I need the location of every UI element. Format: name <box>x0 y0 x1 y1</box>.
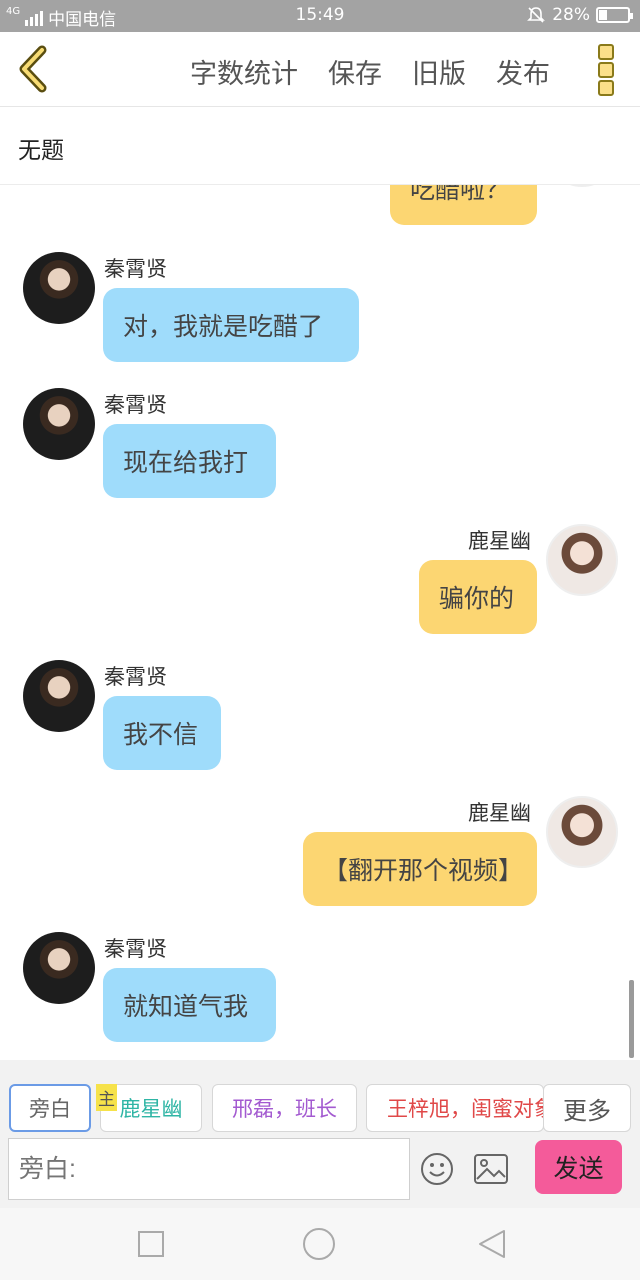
role-button-3[interactable]: 王梓旭，闺蜜对象 <box>366 1084 544 1132</box>
top-navigation: 字数统计 保存 旧版 发布 <box>0 32 640 107</box>
home-circle-icon[interactable] <box>302 1227 336 1261</box>
more-roles-button[interactable]: 更多 <box>543 1084 631 1132</box>
status-right: 28% <box>526 5 633 25</box>
sender-name: 秦霄贤 <box>104 257 167 281</box>
old-version-button[interactable]: 旧版 <box>412 52 466 91</box>
system-navigation-bar <box>0 1208 640 1280</box>
composer: 旁白 鹿星幽 主 邢磊，班长 王梓旭，闺蜜对象 更多 发送 <box>0 1060 640 1208</box>
back-arrow-icon[interactable] <box>14 44 54 94</box>
message-text: 就知道气我 <box>123 992 249 1021</box>
status-bar: 4G 中国电信 15:49 28% <box>0 0 640 32</box>
image-icon[interactable] <box>474 1154 508 1184</box>
sender-name: 鹿星幽 <box>468 801 531 825</box>
document-title-bar[interactable]: 无题 <box>0 107 640 185</box>
main-role-badge: 主 <box>96 1084 117 1111</box>
sender-name: 秦霄贤 <box>104 665 167 689</box>
message-bubble[interactable]: 我不信 <box>103 696 221 770</box>
role-label: 王梓旭，闺蜜对象 <box>387 1097 544 1121</box>
word-count-button[interactable]: 字数统计 <box>190 52 298 91</box>
role-narrator-button[interactable]: 旁白 <box>9 1084 91 1132</box>
message-bubble[interactable]: 骗你的 <box>419 560 537 634</box>
message-bubble[interactable]: 对，我就是吃醋了 <box>103 288 359 362</box>
avatar <box>546 185 618 187</box>
avatar <box>23 388 95 460</box>
role-label: 旁白 <box>29 1097 71 1121</box>
message-text: 现在给我打 <box>123 448 249 477</box>
message-text: 我不信 <box>123 720 199 749</box>
avatar <box>23 252 95 324</box>
message-text: 骗你的 <box>439 584 515 613</box>
sender-name: 鹿星幽 <box>468 529 531 553</box>
back-triangle-icon[interactable] <box>476 1228 508 1260</box>
emoji-icon[interactable] <box>420 1152 454 1186</box>
publish-button[interactable]: 发布 <box>496 52 550 91</box>
message-bubble[interactable]: 【翻开那个视频】 <box>303 832 537 906</box>
role-button-2[interactable]: 邢磊，班长 <box>212 1084 357 1132</box>
document-title: 无题 <box>18 138 64 164</box>
save-button[interactable]: 保存 <box>328 52 382 91</box>
role-label: 鹿星幽 <box>119 1097 183 1121</box>
sender-name: 秦霄贤 <box>104 937 167 961</box>
send-label: 发送 <box>553 1154 604 1183</box>
avatar <box>546 524 618 596</box>
message-text: 吃醋啦？ <box>410 185 511 204</box>
nav-actions: 字数统计 保存 旧版 发布 <box>190 52 550 91</box>
avatar <box>23 660 95 732</box>
avatar <box>23 932 95 1004</box>
battery-fill <box>599 10 607 20</box>
message-text: 【翻开那个视频】 <box>323 856 524 885</box>
carrier-name: 中国电信 <box>48 10 117 30</box>
message-bubble[interactable]: 就知道气我 <box>103 968 276 1042</box>
battery-icon <box>596 7 633 23</box>
role-label: 更多 <box>563 1096 611 1125</box>
chat-area[interactable]: 吃醋啦？ 秦霄贤 对，我就是吃醋了 秦霄贤 现在给我打 鹿星幽 骗你的 秦霄贤 … <box>0 185 640 1060</box>
avatar <box>546 796 618 868</box>
scrollbar[interactable] <box>629 980 634 1058</box>
signal-icon <box>25 10 44 26</box>
message-bubble[interactable]: 吃醋啦？ <box>390 185 537 225</box>
message-text: 对，我就是吃醋了 <box>123 312 324 341</box>
recents-square-icon[interactable] <box>137 1230 165 1258</box>
mute-bell-icon <box>527 7 546 23</box>
network-type: 4G <box>6 6 21 17</box>
more-menu-icon[interactable] <box>598 44 614 96</box>
battery-percent: 28% <box>552 5 590 25</box>
role-label: 邢磊，班长 <box>232 1097 337 1121</box>
message-bubble[interactable]: 现在给我打 <box>103 424 276 498</box>
sender-name: 秦霄贤 <box>104 393 167 417</box>
send-button[interactable]: 发送 <box>535 1140 622 1194</box>
status-left: 4G 中国电信 <box>6 5 116 30</box>
message-input[interactable] <box>8 1138 410 1200</box>
